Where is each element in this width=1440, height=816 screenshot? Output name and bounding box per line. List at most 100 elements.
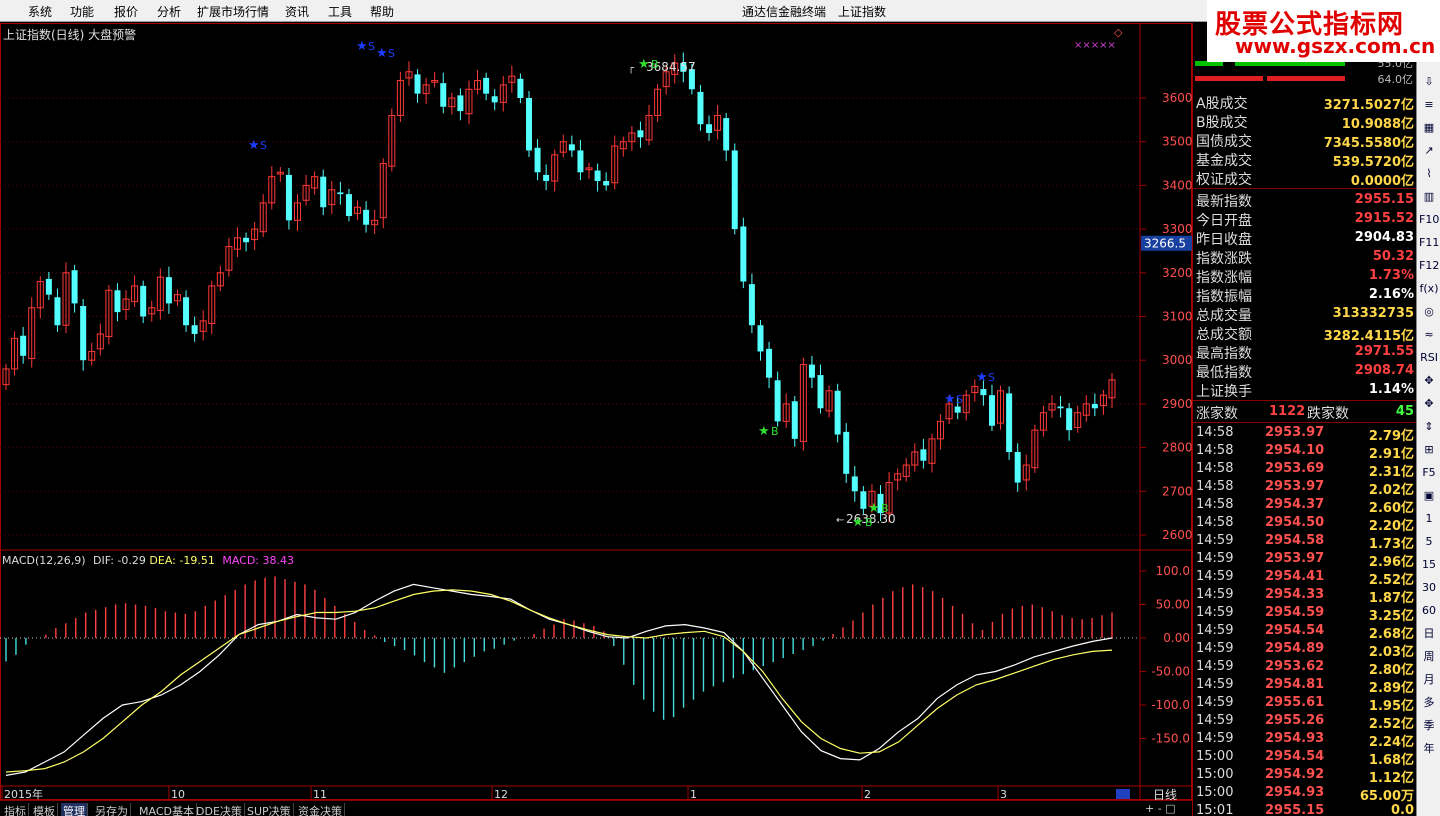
macd-dea-line <box>5 589 1113 773</box>
candle-body-down <box>483 77 490 94</box>
toolbar-button[interactable]: F5 <box>1419 464 1439 482</box>
toolbar-button[interactable]: ✥ <box>1419 395 1439 413</box>
menu-function[interactable]: 功能 <box>70 3 94 20</box>
candle-body-down <box>54 297 61 326</box>
menu-extended-market[interactable]: 扩展市场行情 <box>197 3 269 20</box>
tick-row: 14:59 2955.61 1.95亿 <box>1196 695 1414 714</box>
index-info-row: 昨日收盘 2904.83 <box>1196 230 1414 248</box>
tick-row: 15:01 2955.15 0.0 <box>1196 803 1414 816</box>
candle-body-down <box>774 380 781 422</box>
flow-bar-red2 <box>1267 76 1345 81</box>
zoom-controls[interactable]: + - □ <box>1145 802 1176 815</box>
tick-row: 14:58 2954.10 2.91亿 <box>1196 443 1414 462</box>
candle-body-down <box>748 284 755 326</box>
toolbar-button[interactable]: ✥ <box>1419 372 1439 390</box>
scroll-indicator <box>1116 789 1130 799</box>
buy-signal-label: B <box>865 516 873 529</box>
toolbar-button[interactable]: ≡ <box>1419 96 1439 114</box>
buy-signal-label: B <box>651 58 659 71</box>
tick-row: 14:58 2953.97 2.79亿 <box>1196 425 1414 444</box>
tab-save-as[interactable]: 另存为 <box>93 803 131 816</box>
tab-manage[interactable]: 管理 <box>61 803 88 816</box>
macd-tick-label: 0.00 <box>1163 631 1190 645</box>
candle-body-down <box>577 150 584 173</box>
sell-signal-star: ★ <box>976 370 988 385</box>
candle-body-down <box>80 306 87 361</box>
sell-signal-star: ★ <box>248 138 260 153</box>
toolbar-button[interactable]: F12 <box>1419 257 1439 275</box>
menu-help[interactable]: 帮助 <box>370 3 394 20</box>
toolbar-button[interactable]: f(x) <box>1419 280 1439 298</box>
tab-template[interactable]: 模板 <box>31 803 58 816</box>
toolbar-button[interactable]: ⇩ <box>1419 73 1439 91</box>
price-tick-label: 3100 <box>1162 310 1192 324</box>
candle-body-down <box>637 130 644 138</box>
toolbar-button[interactable]: 60 <box>1419 602 1439 620</box>
date-label: 1 <box>690 788 697 800</box>
candle-body-down <box>791 401 798 439</box>
toolbar-button[interactable]: 日 <box>1419 625 1439 643</box>
tab-macd-basic[interactable]: MACD基本 <box>137 803 197 816</box>
toolbar-button[interactable]: ⇕ <box>1419 418 1439 436</box>
toolbar-button[interactable]: 30 <box>1419 579 1439 597</box>
toolbar-button[interactable]: ▥ <box>1419 188 1439 206</box>
menu-system[interactable]: 系统 <box>28 3 52 20</box>
toolbar-button[interactable]: ⌇ <box>1419 165 1439 183</box>
toolbar-button[interactable]: ▣ <box>1419 487 1439 505</box>
high-marker-bracket: ┌ <box>628 63 635 74</box>
menu-analysis[interactable]: 分析 <box>157 3 181 20</box>
toolbar-button[interactable]: ↗ <box>1419 142 1439 160</box>
toolbar-button[interactable]: 1 <box>1419 510 1439 528</box>
toolbar-button[interactable]: 多 <box>1419 694 1439 712</box>
macd-tick-label: -100.0 <box>1151 698 1190 712</box>
price-tick-label: 3000 <box>1162 353 1192 367</box>
index-info-row: 总成交量 313332735 <box>1196 306 1414 324</box>
toolbar-button[interactable]: ≈ <box>1419 326 1439 344</box>
sell-signal-star: ★ <box>376 46 388 61</box>
tick-row: 14:59 2954.81 2.89亿 <box>1196 677 1414 696</box>
turnover-row: A股成交 3271.5027亿 <box>1196 96 1414 113</box>
candle-body-down <box>165 277 172 304</box>
menu-quote[interactable]: 报价 <box>114 3 138 20</box>
turnover-row: 权证成交 0.0000亿 <box>1196 172 1414 189</box>
tick-row: 14:58 2953.97 2.02亿 <box>1196 479 1414 498</box>
tab-indicator[interactable]: 指标 <box>2 803 29 816</box>
toolbar-button[interactable]: 5 <box>1419 533 1439 551</box>
buy-signal-label: B <box>881 502 889 515</box>
tick-row: 14:59 2955.26 2.52亿 <box>1196 713 1414 732</box>
right-toolbar: G⇧⇩≡▦↗⌇▥F10F11F12f(x)◎≈RSI✥✥⇕⊞F5▣1515306… <box>1416 23 1440 816</box>
macd-value: MACD: 38.43 <box>222 554 294 567</box>
toolbar-button[interactable]: 季 <box>1419 717 1439 735</box>
tab-dde[interactable]: DDE决策 <box>194 803 245 816</box>
toolbar-button[interactable]: 15 <box>1419 556 1439 574</box>
candle-body-down <box>525 98 532 151</box>
tab-fund[interactable]: 资金决策 <box>296 803 345 816</box>
tick-row: 14:59 2954.58 1.73亿 <box>1196 533 1414 552</box>
toolbar-button[interactable]: ⊞ <box>1419 441 1439 459</box>
toolbar-button[interactable]: F11 <box>1419 234 1439 252</box>
menu-tools[interactable]: 工具 <box>328 3 352 20</box>
toolbar-button[interactable]: 月 <box>1419 671 1439 689</box>
candle-body-down <box>740 226 747 282</box>
chart-area[interactable]: 3600 3500 3400 3300 3200 3100 3000 2900 2800 2700… <box>0 23 1192 800</box>
index-info-row: 指数涨跌 50.32 <box>1196 249 1414 267</box>
toolbar-button[interactable]: RSI <box>1419 349 1439 367</box>
macd-name: MACD(12,26,9) <box>2 554 86 567</box>
toolbar-button[interactable]: F10 <box>1419 211 1439 229</box>
macd-dif: DIF: -0.29 <box>93 554 146 567</box>
toolbar-button[interactable]: 周 <box>1419 648 1439 666</box>
tick-row: 14:59 2953.62 2.80亿 <box>1196 659 1414 678</box>
date-label: 10 <box>171 788 185 800</box>
toolbar-button[interactable]: ▦ <box>1419 119 1439 137</box>
toolbar-button[interactable]: 年 <box>1419 740 1439 758</box>
candle-body-down <box>954 406 961 413</box>
sell-signal-label: S <box>260 139 267 152</box>
tab-sup[interactable]: SUP决策 <box>245 803 294 816</box>
macd-tick-label: -150.0 <box>1151 732 1190 746</box>
menu-news[interactable]: 资讯 <box>285 3 309 20</box>
candle-body-down <box>320 176 327 208</box>
kline-chart[interactable]: 3600 3500 3400 3300 3200 3100 3000 2900 2800 2700… <box>0 23 1192 800</box>
macd-header: MACD(12,26,9) DIF: -0.29 DEA: -19.51 MAC… <box>2 554 294 567</box>
toolbar-button[interactable]: ◎ <box>1419 303 1439 321</box>
candle-body-down <box>1066 408 1073 431</box>
